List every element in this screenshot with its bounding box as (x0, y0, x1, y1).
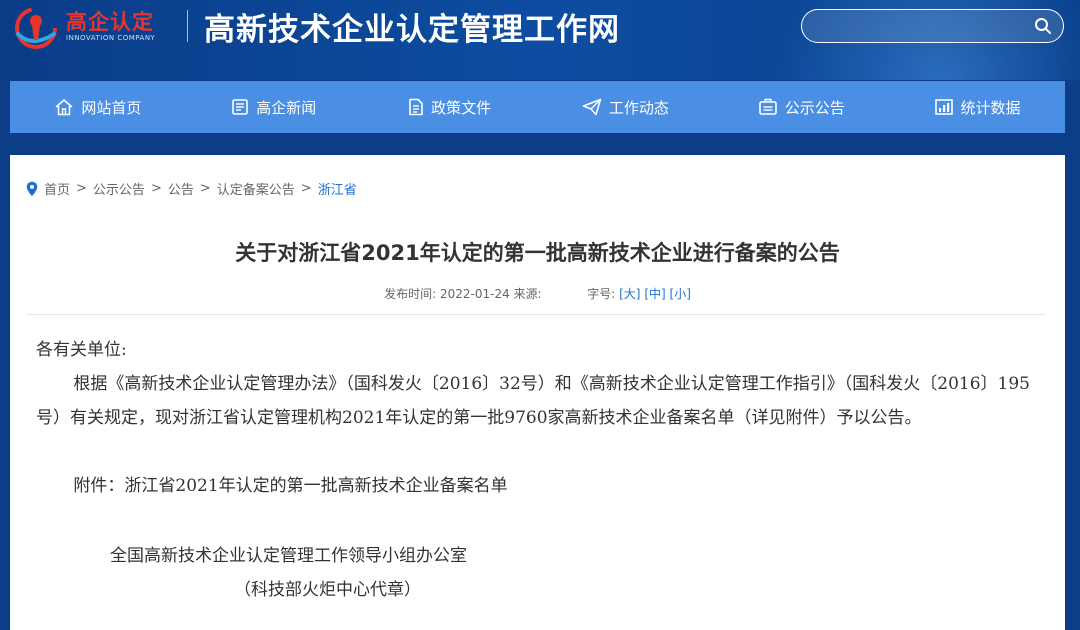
search-icon (1035, 18, 1051, 34)
nav-item-label: 统计数据 (960, 98, 1021, 117)
news-icon (232, 99, 249, 115)
salutation: 各有关单位: (36, 340, 127, 360)
nav-item-label: 高企新闻 (256, 98, 317, 117)
signature-organization: 全国高新技术企业认定管理工作领导小组办公室 (110, 546, 467, 566)
logo-divider (187, 10, 188, 42)
nav-item-news[interactable]: 高企新闻 (186, 81, 362, 133)
nav-item-home[interactable]: 网站首页 (10, 81, 186, 133)
nav-item-work-updates[interactable]: 工作动态 (537, 81, 713, 133)
article-container: 首页 > 公示公告 > 公告 > 认定备案公告 > 浙江省 关于对浙江省2021… (10, 155, 1065, 630)
search-button[interactable] (1031, 14, 1055, 38)
logo-text[interactable]: 高企认定 (66, 6, 154, 36)
logo-icon[interactable] (12, 4, 62, 50)
location-pin-icon (26, 181, 38, 196)
home-icon (55, 99, 73, 116)
source-label: 来源: (513, 287, 542, 301)
font-size-small-button[interactable]: [小] (670, 287, 691, 301)
nav-item-label: 工作动态 (608, 98, 669, 117)
nav-item-label: 政策文件 (431, 98, 492, 117)
breadcrumb-filing-notices[interactable]: 认定备案公告 (217, 179, 295, 198)
font-size-medium-button[interactable]: [中] (644, 287, 665, 301)
publish-date: 2022-01-24 (439, 287, 510, 301)
font-size-label: 字号: (587, 287, 616, 301)
site-header: 高企认定 INNOVATION COMPANY 高新技术企业认定管理工作网 (0, 0, 1080, 80)
attachment-link[interactable]: 附件：浙江省2021年认定的第一批高新技术企业备案名单 (36, 469, 1042, 503)
chart-icon (934, 99, 953, 115)
search-box (801, 9, 1064, 43)
signature-note: （科技部火炬中心代章） (234, 580, 421, 600)
body-paragraph: 根据《高新技术企业认定管理办法》（国科发火〔2016〕32号）和《高新技术企业认… (36, 374, 1030, 428)
breadcrumb-separator: > (76, 181, 87, 196)
nav-item-statistics[interactable]: 统计数据 (889, 81, 1065, 133)
announcement-icon (758, 98, 777, 115)
breadcrumb-separator: > (199, 181, 211, 196)
paper-plane-icon (582, 98, 602, 116)
article-title: 关于对浙江省2021年认定的第一批高新技术企业进行备案的公告 (235, 241, 840, 265)
publish-label: 发布时间: (384, 287, 437, 301)
breadcrumb-separator: > (300, 181, 312, 196)
breadcrumb-notices[interactable]: 公告 (168, 179, 194, 198)
article-meta: 发布时间: 2022-01-24 来源: 字号: [大] [中] [小] (10, 285, 1065, 302)
nav-item-label: 网站首页 (81, 98, 142, 117)
nav-item-policy[interactable]: 政策文件 (362, 81, 538, 133)
breadcrumb-announcements[interactable]: 公示公告 (93, 179, 145, 198)
breadcrumb: 首页 > 公示公告 > 公告 > 认定备案公告 > 浙江省 (26, 179, 357, 198)
search-input[interactable] (816, 16, 1030, 38)
logo-subtext: INNOVATION COMPANY (66, 34, 156, 42)
nav-item-announcements[interactable]: 公示公告 (713, 81, 889, 133)
breadcrumb-zhejiang[interactable]: 浙江省 (318, 179, 357, 198)
font-size-large-button[interactable]: [大] (619, 287, 640, 301)
nav-item-label: 公示公告 (784, 98, 845, 117)
breadcrumb-separator: > (150, 181, 162, 196)
document-icon (409, 98, 423, 116)
meta-divider (26, 314, 1046, 315)
site-title: 高新技术企业认定管理工作网 (204, 12, 620, 48)
main-nav: 网站首页 高企新闻 政策文件 工作动态 公示公告 统计数据 (10, 81, 1065, 133)
article-body: 各有关单位: 根据《高新技术企业认定管理办法》（国科发火〔2016〕32号）和《… (36, 333, 1042, 607)
breadcrumb-home[interactable]: 首页 (44, 179, 70, 198)
